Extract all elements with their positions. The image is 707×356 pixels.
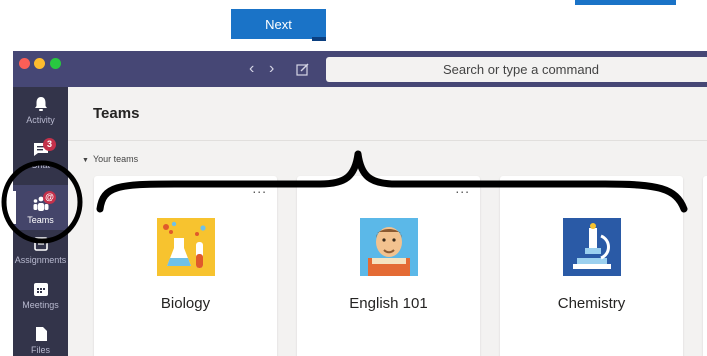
rail-item-label: Files bbox=[30, 345, 50, 355]
rail-item-label: Assignments bbox=[14, 255, 67, 265]
team-card-chemistry[interactable]: Chemistry bbox=[500, 176, 683, 356]
team-name: Biology bbox=[160, 295, 211, 312]
search-input[interactable]: Search or type a command bbox=[326, 57, 707, 82]
section-label: Your teams bbox=[92, 154, 139, 164]
rail-item-label: Activity bbox=[26, 115, 55, 125]
more-options-icon[interactable]: ... bbox=[252, 181, 267, 195]
mention-badge: @ bbox=[43, 191, 56, 204]
caret-down-icon: ▼ bbox=[82, 157, 89, 164]
rail-item-chat[interactable]: Chat 3 bbox=[13, 138, 68, 185]
teams-main-pane: Teams ▼ Your teams ... Biology ... Engli… bbox=[68, 87, 707, 356]
team-name: Chemistry bbox=[557, 295, 626, 312]
rail-item-meetings[interactable]: Meetings bbox=[13, 280, 68, 325]
next-button[interactable]: Next bbox=[231, 9, 326, 41]
calendar-icon bbox=[33, 283, 48, 296]
rail-item-label: Teams bbox=[27, 215, 54, 225]
biology-icon bbox=[157, 218, 215, 276]
compose-icon[interactable] bbox=[296, 62, 310, 76]
rail-item-files[interactable]: Files bbox=[13, 325, 68, 356]
minimize-window-button[interactable] bbox=[34, 58, 45, 69]
team-card-biology[interactable]: ... Biology bbox=[94, 176, 277, 356]
page-header: Teams bbox=[68, 87, 707, 141]
assignments-icon bbox=[33, 237, 48, 251]
forward-arrow-icon[interactable]: › bbox=[269, 59, 274, 79]
your-teams-section-toggle[interactable]: ▼ Your teams bbox=[82, 154, 138, 164]
close-window-button[interactable] bbox=[19, 58, 30, 69]
page-title: Teams bbox=[93, 105, 140, 122]
file-icon bbox=[35, 327, 47, 341]
teams-window: ‹ › Search or type a command Activity Ch… bbox=[13, 51, 707, 356]
chat-count-badge: 3 bbox=[43, 138, 56, 151]
team-card-partial[interactable] bbox=[703, 176, 707, 356]
rail-item-activity[interactable]: Activity bbox=[13, 95, 68, 140]
chemistry-icon bbox=[563, 218, 621, 276]
back-arrow-icon[interactable]: ‹ bbox=[249, 59, 254, 79]
rail-item-assignments[interactable]: Assignments bbox=[13, 235, 68, 280]
rail-item-label: Chat bbox=[30, 160, 50, 170]
more-options-icon[interactable]: ... bbox=[455, 181, 470, 195]
title-bar: ‹ › Search or type a command bbox=[13, 51, 707, 87]
english-icon bbox=[360, 218, 418, 276]
app-rail: Activity Chat 3 Teams @ Assignments Meet… bbox=[13, 87, 68, 356]
rail-item-teams[interactable]: Teams @ bbox=[13, 185, 68, 230]
team-name: English 101 bbox=[349, 295, 428, 312]
top-highlight-bar bbox=[575, 0, 676, 5]
bell-icon bbox=[34, 97, 47, 111]
rail-item-label: Meetings bbox=[22, 300, 59, 310]
zoom-window-button[interactable] bbox=[50, 58, 61, 69]
team-card-english-101[interactable]: ... English 101 bbox=[297, 176, 480, 356]
